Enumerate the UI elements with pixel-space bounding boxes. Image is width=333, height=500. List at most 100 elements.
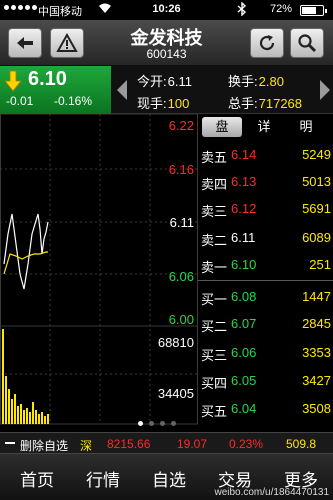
- price-line: [3, 213, 49, 290]
- down-arrow-icon: [4, 70, 22, 92]
- price-axis-label: 6.11: [169, 215, 194, 230]
- bid-row: 买四 6.05 3427: [198, 368, 333, 394]
- next-stock-arrow[interactable]: [320, 80, 330, 100]
- ask-price: 6.11: [231, 230, 256, 245]
- volume-axis-label: 68810: [157, 335, 194, 350]
- tab-pan[interactable]: 盘: [202, 117, 242, 137]
- tab-market[interactable]: 行情: [86, 466, 120, 491]
- turnover-label: 换手:: [228, 74, 258, 89]
- bid-price: 6.07: [231, 316, 257, 331]
- ask-volume: 5691: [302, 201, 331, 216]
- order-book: 盘 详 明 卖五 6.14 5249 卖四 6.13 5013 卖三 6.12 …: [198, 114, 333, 426]
- bid-label: 买五: [201, 404, 228, 419]
- tab-ming[interactable]: 明: [286, 117, 326, 137]
- watermark: weibo.com/u/1864470131: [214, 487, 329, 498]
- bid-row: 买三 6.06 3353: [198, 340, 333, 366]
- index-amount: 509.8: [286, 437, 317, 451]
- ask-price: 6.10: [231, 257, 257, 272]
- refresh-button[interactable]: [250, 28, 284, 58]
- ask-row: 卖三 6.12 5691: [198, 196, 333, 222]
- book-divider: [198, 280, 333, 281]
- ask-volume: 5249: [302, 147, 331, 162]
- ask-label: 卖四: [201, 177, 228, 192]
- open-value: 6.11: [167, 74, 192, 89]
- turnover-rate: 换手:2.80: [228, 71, 284, 90]
- price-axis-label: 6.16: [168, 162, 194, 177]
- total-vol-value: 717268: [258, 96, 303, 111]
- page-dot[interactable]: [160, 421, 165, 426]
- search-icon: [298, 34, 317, 53]
- bid-row: 买二 6.07 2845: [198, 311, 333, 337]
- search-button[interactable]: [290, 28, 324, 58]
- bid-volume: 2845: [302, 316, 331, 331]
- bluetooth-icon: [236, 1, 248, 19]
- current-vol-value: 100: [167, 96, 190, 111]
- average-price-line: [3, 251, 48, 275]
- index-change-percent: 0.23%: [229, 437, 264, 451]
- price-axis-label: 6.22: [168, 118, 194, 133]
- bid-label: 买四: [201, 376, 228, 391]
- price-axis-label: 6.00: [168, 312, 194, 327]
- delete-favorite-button[interactable]: 删除自选: [20, 437, 68, 454]
- open-label: 今开:: [137, 74, 167, 89]
- ask-row: 卖四 6.13 5013: [198, 169, 333, 195]
- ask-row: 卖一 6.10 251: [198, 252, 333, 278]
- bid-row: 买一 6.08 1447: [198, 284, 333, 310]
- tab-favorites[interactable]: 自选: [152, 466, 186, 491]
- ask-label: 卖五: [201, 150, 228, 165]
- battery-percent: 72%: [270, 3, 293, 15]
- index-change: 19.07: [177, 437, 208, 451]
- battery-icon: [300, 5, 327, 16]
- turnover-value: 2.80: [258, 74, 284, 89]
- minus-icon[interactable]: [4, 437, 16, 452]
- ask-volume: 251: [309, 257, 331, 272]
- page-dot[interactable]: [149, 421, 154, 426]
- ask-price: 6.14: [231, 147, 257, 162]
- tab-detail[interactable]: 详: [244, 117, 284, 137]
- page-dot[interactable]: [171, 421, 176, 426]
- ask-label: 卖一: [201, 260, 228, 275]
- book-tabs: 盘 详 明: [198, 114, 333, 140]
- bid-price: 6.04: [231, 401, 257, 416]
- current-vol-label: 现手:: [137, 96, 167, 111]
- bid-label: 买一: [201, 292, 228, 307]
- current-volume: 现手:100: [137, 93, 189, 112]
- price-box: 6.10 -0.01 -0.16%: [0, 66, 111, 114]
- ask-row: 卖二 6.11 6089: [198, 225, 333, 251]
- quote-panel: 6.10 -0.01 -0.16% 今开:6.11 换手:2.80 现手:100…: [0, 66, 333, 114]
- bid-label: 买三: [201, 348, 228, 363]
- alert-button[interactable]: [50, 28, 84, 58]
- back-button[interactable]: [8, 28, 42, 58]
- ask-volume: 6089: [302, 230, 331, 245]
- tab-home[interactable]: 首页: [20, 466, 54, 491]
- bid-volume: 3508: [302, 401, 331, 416]
- volume-axis-label: 34405: [157, 386, 194, 401]
- nav-bar: 金发科技 600143: [0, 20, 333, 66]
- price-axis-label: 6.06: [168, 269, 194, 284]
- ask-label: 卖三: [201, 204, 228, 219]
- ask-row: 卖五 6.14 5249: [198, 142, 333, 168]
- bid-volume: 1447: [302, 289, 331, 304]
- ask-price: 6.12: [231, 201, 257, 216]
- current-price: 6.10: [28, 68, 67, 90]
- price-change-percent: -0.16%: [54, 94, 93, 108]
- total-volume: 总手:717268: [228, 93, 302, 112]
- market-label: 深: [80, 439, 93, 453]
- bid-price: 6.06: [231, 345, 257, 360]
- stock-code: 600143: [146, 47, 187, 61]
- bid-volume: 3427: [302, 373, 331, 388]
- bid-price: 6.08: [231, 289, 257, 304]
- status-bar: 中国移动 10:26 72%: [0, 0, 333, 20]
- intraday-chart[interactable]: 6.22 6.16 6.11 6.06 6.00 68810 34405: [0, 114, 198, 426]
- prev-stock-arrow[interactable]: [117, 80, 127, 100]
- ask-price: 6.13: [231, 174, 257, 189]
- volume-bars: [2, 329, 49, 424]
- total-vol-label: 总手:: [228, 96, 258, 111]
- bid-price: 6.05: [231, 373, 257, 388]
- open-price: 今开:6.11: [137, 71, 192, 90]
- page-dot[interactable]: [138, 421, 143, 426]
- price-change: -0.01: [6, 94, 34, 108]
- bid-volume: 3353: [302, 345, 331, 360]
- ask-volume: 5013: [302, 174, 331, 189]
- page-indicator[interactable]: [138, 421, 176, 426]
